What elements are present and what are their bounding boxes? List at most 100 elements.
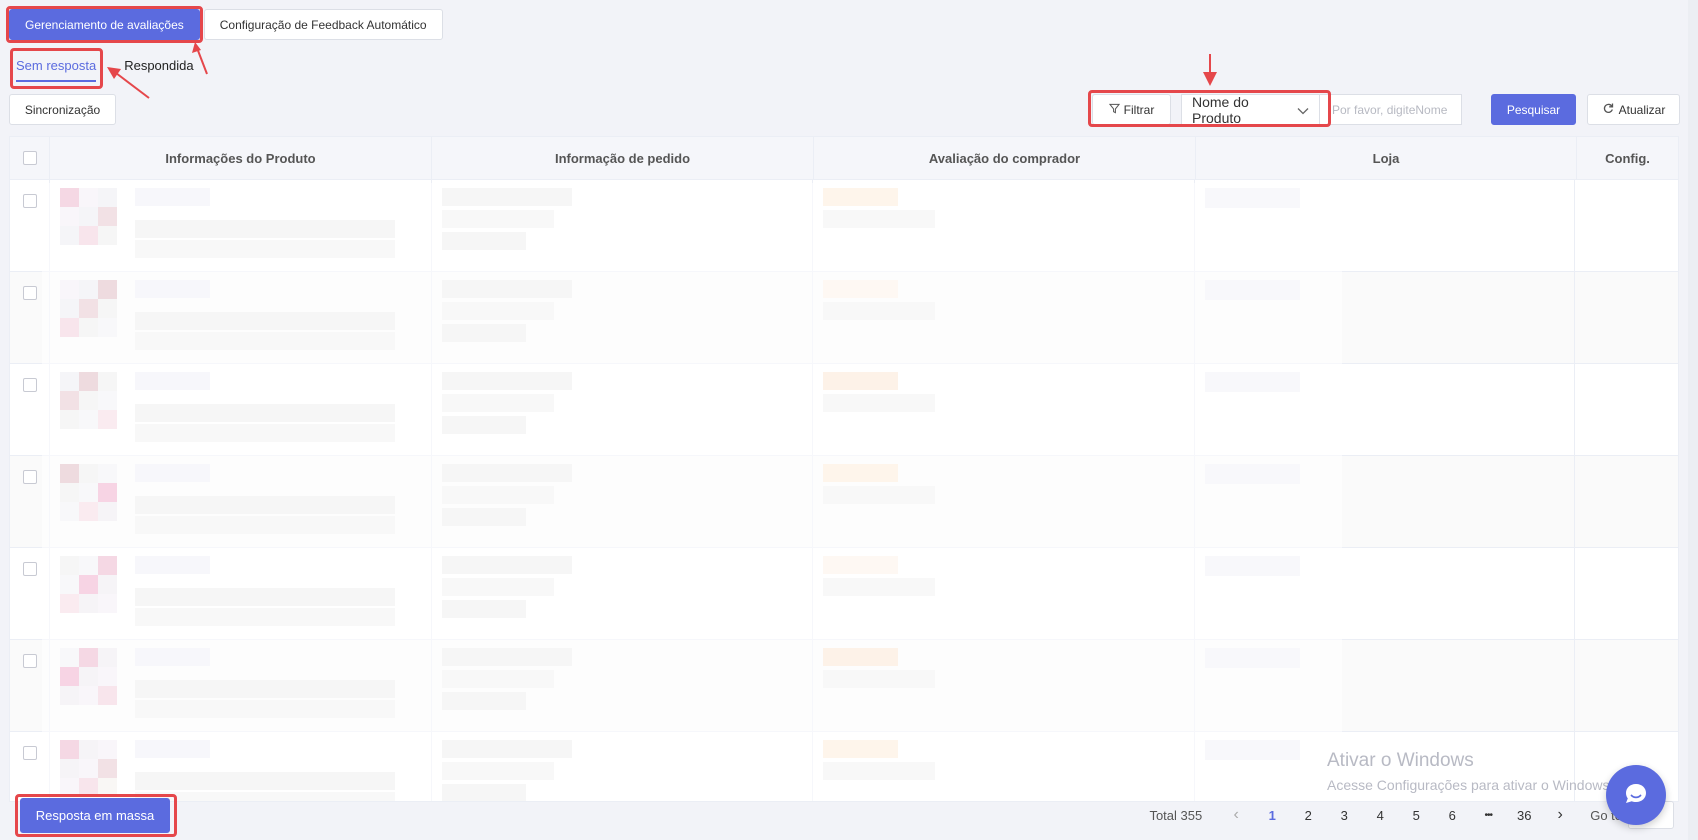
page-36[interactable]: 36: [1506, 799, 1542, 831]
search-button[interactable]: Pesquisar: [1491, 94, 1576, 125]
chat-icon: [1622, 780, 1650, 811]
table-row[interactable]: [10, 180, 1678, 272]
table-row[interactable]: [10, 364, 1678, 456]
chevron-left-icon[interactable]: ‹: [1218, 799, 1254, 831]
order-info-cell: [432, 180, 814, 271]
page-2[interactable]: 2: [1290, 799, 1326, 831]
page-scrollbar[interactable]: [1688, 0, 1698, 840]
order-date-redacted: [441, 486, 554, 504]
product-thumbnail-redacted: [59, 299, 79, 318]
row-select-cell: [10, 548, 50, 639]
product-thumbnail-redacted: [78, 464, 98, 483]
review-text-redacted: [823, 578, 936, 596]
order-extra-redacted: [441, 232, 526, 250]
page-4[interactable]: 4: [1362, 799, 1398, 831]
header-config: Config.: [1605, 150, 1650, 166]
product-thumbnail-redacted: [97, 464, 117, 483]
table-header: Informações do Produto Informação de ped…: [10, 137, 1678, 180]
row-checkbox[interactable]: [23, 562, 37, 576]
chat-button[interactable]: [1606, 765, 1666, 825]
chevron-down-icon: [1297, 102, 1309, 118]
select-all-checkbox[interactable]: [22, 151, 37, 165]
rating-stars-redacted: [823, 464, 899, 482]
chevron-right-icon[interactable]: ›: [1542, 799, 1578, 831]
product-title-redacted: [134, 680, 395, 698]
page-1[interactable]: 1: [1254, 799, 1290, 831]
filter-button[interactable]: Filtrar: [1092, 94, 1171, 125]
order-date-redacted: [441, 302, 554, 320]
sync-button[interactable]: Sincronização: [9, 94, 116, 125]
refresh-button[interactable]: Atualizar: [1587, 94, 1680, 125]
row-select-cell: [10, 364, 50, 455]
order-id-redacted: [441, 648, 572, 666]
order-info-cell: [432, 548, 814, 639]
search-field-select[interactable]: Nome do Produto: [1181, 94, 1320, 126]
subtab-answered[interactable]: Respondida: [124, 58, 193, 82]
row-select-cell: [10, 640, 50, 731]
product-thumbnail-redacted: [97, 502, 117, 521]
product-title-redacted: [134, 556, 210, 574]
product-thumbnail-redacted: [97, 372, 117, 391]
rating-stars-redacted: [823, 740, 899, 758]
order-info-cell: [432, 456, 814, 547]
product-thumbnail-redacted: [97, 556, 117, 575]
buyer-review-cell: [813, 732, 1195, 801]
table-row[interactable]: [10, 640, 1678, 732]
product-title-redacted: [134, 280, 210, 298]
product-title-redacted: [134, 372, 210, 390]
product-thumbnail-redacted: [59, 372, 79, 391]
table-row[interactable]: [10, 732, 1678, 801]
filter-label: Filtrar: [1123, 102, 1155, 117]
row-checkbox[interactable]: [23, 378, 37, 392]
subtab-unanswered[interactable]: Sem resposta: [16, 58, 97, 82]
config-cell: [1575, 364, 1678, 455]
config-cell: [1575, 456, 1678, 547]
store-cell: [1195, 548, 1576, 639]
buyer-review-cell: [813, 180, 1195, 271]
product-thumbnail-redacted: [59, 502, 79, 521]
product-sku-redacted: [134, 240, 395, 258]
product-thumbnail-redacted: [78, 372, 98, 391]
reviews-table: Informações do Produto Informação de ped…: [9, 136, 1679, 802]
row-checkbox[interactable]: [23, 194, 37, 208]
buyer-review-cell: [813, 640, 1195, 731]
product-title-redacted: [134, 312, 395, 330]
order-id-redacted: [441, 188, 572, 206]
row-checkbox[interactable]: [23, 746, 37, 760]
product-thumbnail-redacted: [97, 759, 117, 778]
product-title-redacted: [134, 740, 210, 758]
tab-auto-feedback-config[interactable]: Configuração de Feedback Automático: [203, 9, 443, 40]
page-5[interactable]: 5: [1398, 799, 1434, 831]
table-row[interactable]: [10, 272, 1678, 364]
product-thumbnail-redacted: [97, 188, 117, 207]
product-thumbnail-redacted: [97, 594, 117, 613]
search-input[interactable]: [1320, 94, 1462, 125]
row-checkbox[interactable]: [23, 286, 37, 300]
page-ellipsis[interactable]: •••: [1470, 799, 1506, 831]
table-row[interactable]: [10, 548, 1678, 640]
tab-review-management[interactable]: Gerenciamento de avaliações: [9, 9, 200, 40]
product-thumbnail-redacted: [78, 226, 98, 245]
product-thumbnail-redacted: [97, 226, 117, 245]
row-checkbox[interactable]: [23, 654, 37, 668]
order-id-redacted: [441, 372, 572, 390]
product-thumbnail-redacted: [78, 391, 98, 410]
product-thumbnail-redacted: [97, 740, 117, 759]
order-date-redacted: [441, 394, 554, 412]
table-body: [10, 180, 1678, 801]
header-store: Loja: [1196, 137, 1577, 179]
buyer-review-cell: [813, 364, 1195, 455]
table-row[interactable]: [10, 456, 1678, 548]
row-select-cell: [10, 456, 50, 547]
product-sku-redacted: [134, 700, 395, 718]
product-thumbnail-redacted: [78, 686, 98, 705]
product-sku-redacted: [134, 792, 395, 801]
bulk-reply-button[interactable]: Resposta em massa: [20, 798, 170, 833]
product-thumbnail-redacted: [97, 207, 117, 226]
page-3[interactable]: 3: [1326, 799, 1362, 831]
row-checkbox[interactable]: [23, 470, 37, 484]
order-extra-redacted: [441, 416, 526, 434]
page-6[interactable]: 6: [1434, 799, 1470, 831]
store-cell: [1195, 456, 1576, 547]
order-info-cell: [432, 732, 814, 801]
